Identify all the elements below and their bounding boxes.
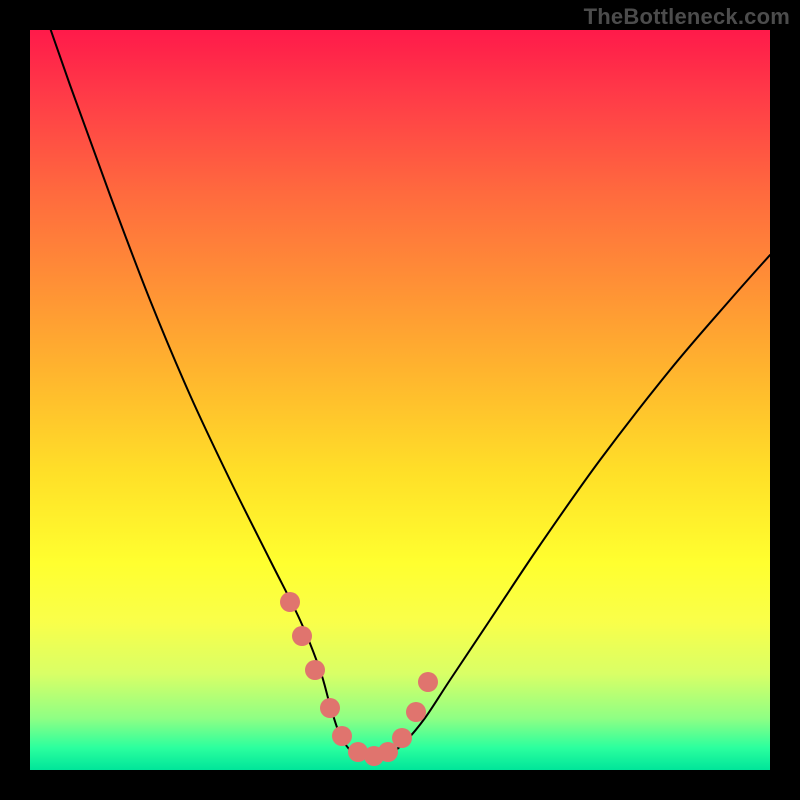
highlight-marker (406, 702, 426, 722)
highlight-marker (392, 728, 412, 748)
highlight-marker (292, 626, 312, 646)
plot-area (30, 30, 770, 770)
chart-frame: TheBottleneck.com (0, 0, 800, 800)
watermark-text: TheBottleneck.com (584, 4, 790, 30)
bottleneck-curve-svg (30, 30, 770, 770)
highlight-marker (280, 592, 300, 612)
highlight-marker (305, 660, 325, 680)
bottleneck-curve-line (30, 30, 770, 759)
highlight-marker (320, 698, 340, 718)
highlight-markers (280, 592, 438, 766)
highlight-marker (418, 672, 438, 692)
highlight-marker (332, 726, 352, 746)
